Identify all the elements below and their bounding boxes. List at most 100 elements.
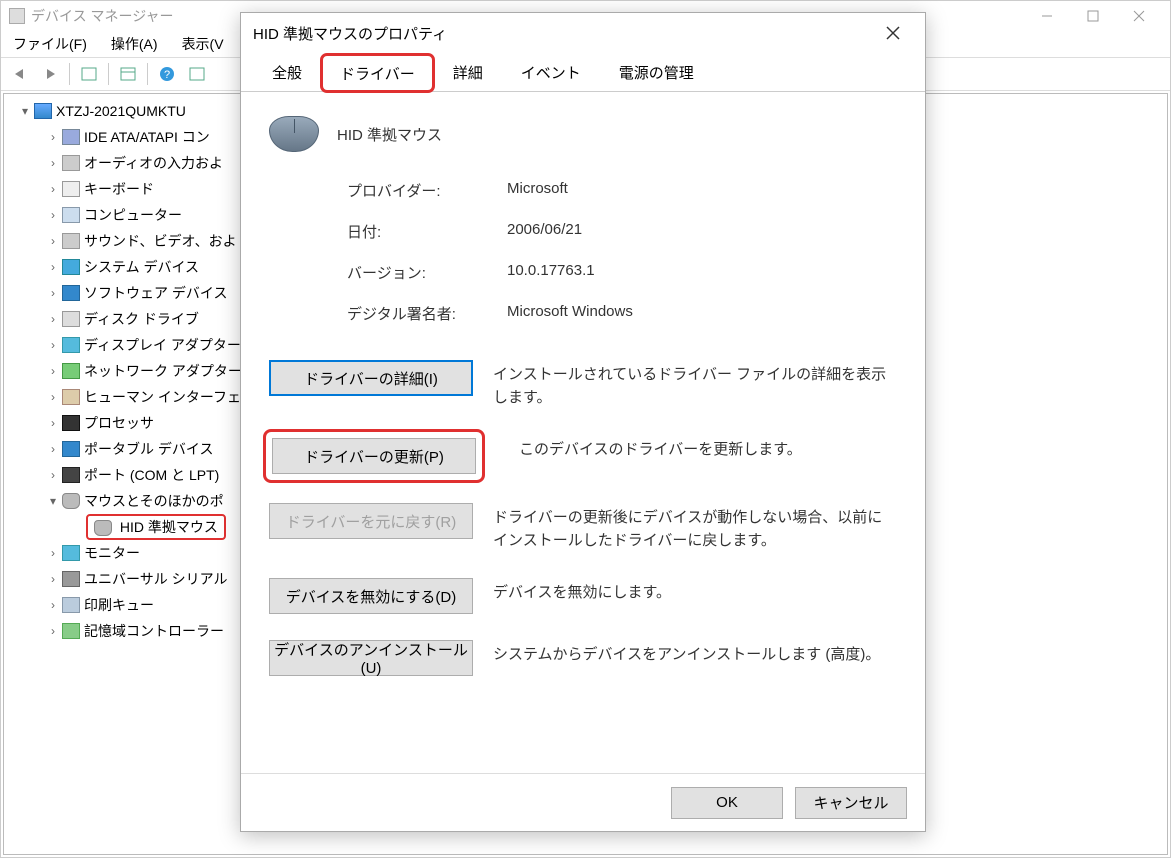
menu-action[interactable]: 操作(A) xyxy=(105,32,164,56)
device-disable-button[interactable]: デバイスを無効にする(D) xyxy=(269,578,473,614)
expand-icon[interactable]: ▾ xyxy=(18,104,32,118)
expand-icon[interactable]: › xyxy=(46,234,60,248)
expand-icon[interactable]: › xyxy=(46,260,60,274)
device-header: HID 準拠マウス xyxy=(269,116,897,152)
driver-details-button[interactable]: ドライバーの詳細(I) xyxy=(269,360,473,396)
device-icon xyxy=(62,155,80,171)
expand-icon[interactable]: › xyxy=(46,572,60,586)
device-icon xyxy=(62,389,80,405)
mouse-icon xyxy=(94,520,112,536)
expand-icon[interactable]: › xyxy=(46,208,60,222)
expand-icon[interactable]: › xyxy=(46,442,60,456)
svg-text:?: ? xyxy=(164,69,170,81)
tree-label: プロセッサ xyxy=(84,413,154,433)
device-icon xyxy=(62,259,80,275)
tree-label: ソフトウェア デバイス xyxy=(84,283,227,303)
expand-icon[interactable]: › xyxy=(46,156,60,170)
tree-label: モニター xyxy=(84,543,140,563)
device-icon xyxy=(62,415,80,431)
toolbar-icon-2[interactable] xyxy=(115,61,141,87)
tree-label: オーディオの入力およ xyxy=(84,153,223,173)
tree-label: 記憶域コントローラー xyxy=(84,621,224,641)
expand-icon[interactable]: › xyxy=(46,286,60,300)
device-icon xyxy=(62,207,80,223)
ok-button[interactable]: OK xyxy=(671,787,783,819)
tree-label: コンピューター xyxy=(84,205,182,225)
driver-update-button[interactable]: ドライバーの更新(P) xyxy=(272,438,476,474)
tree-label: ユニバーサル シリアル xyxy=(84,569,227,589)
properties-dialog: HID 準拠マウスのプロパティ 全般 ドライバー 詳細 イベント 電源の管理 H… xyxy=(240,12,926,832)
tree-label: サウンド、ビデオ、およ xyxy=(84,231,237,251)
expand-icon[interactable]: › xyxy=(46,546,60,560)
app-icon xyxy=(9,8,25,24)
expand-icon[interactable]: › xyxy=(46,130,60,144)
action-row-update: ドライバーの更新(P) このデバイスのドライバーを更新します。 xyxy=(269,435,897,477)
tab-driver[interactable]: ドライバー xyxy=(321,54,434,92)
expand-icon[interactable]: › xyxy=(46,390,60,404)
device-name: HID 準拠マウス xyxy=(337,124,442,145)
update-highlight: ドライバーの更新(P) xyxy=(263,429,485,483)
expand-icon[interactable]: › xyxy=(46,416,60,430)
tree-label: ディスク ドライブ xyxy=(84,309,199,329)
provider-label: プロバイダー: xyxy=(347,180,507,201)
expand-icon[interactable]: › xyxy=(46,364,60,378)
device-icon xyxy=(62,545,80,561)
property-grid: プロバイダー: Microsoft 日付: 2006/06/21 バージョン: … xyxy=(347,180,897,324)
device-uninstall-desc: システムからデバイスをアンインストールします (高度)。 xyxy=(493,640,897,667)
toolbar-icon-3[interactable] xyxy=(184,61,210,87)
device-icon xyxy=(62,363,80,379)
expand-icon[interactable]: › xyxy=(46,312,60,326)
tree-label: ポータブル デバイス xyxy=(84,439,213,459)
tab-general[interactable]: 全般 xyxy=(253,53,321,91)
tab-details[interactable]: 詳細 xyxy=(434,53,502,91)
device-icon xyxy=(62,441,80,457)
forward-button[interactable] xyxy=(37,61,63,87)
tree-root-label: XTZJ-2021QUMKTU xyxy=(56,103,186,119)
menu-file[interactable]: ファイル(F) xyxy=(7,32,93,56)
maximize-button[interactable] xyxy=(1070,1,1116,31)
date-value: 2006/06/21 xyxy=(507,221,897,242)
device-icon xyxy=(62,233,80,249)
device-uninstall-button[interactable]: デバイスのアンインストール(U) xyxy=(269,640,473,676)
device-icon xyxy=(62,311,80,327)
toolbar-icon-1[interactable] xyxy=(76,61,102,87)
action-row-details: ドライバーの詳細(I) インストールされているドライバー ファイルの詳細を表示し… xyxy=(269,360,897,409)
driver-rollback-button: ドライバーを元に戻す(R) xyxy=(269,503,473,539)
tab-events[interactable]: イベント xyxy=(502,53,600,91)
device-icon xyxy=(62,181,80,197)
expand-icon[interactable]: › xyxy=(46,182,60,196)
version-label: バージョン: xyxy=(347,262,507,283)
device-icon xyxy=(62,129,80,145)
minimize-button[interactable] xyxy=(1024,1,1070,31)
tabstrip: 全般 ドライバー 詳細 イベント 電源の管理 xyxy=(241,53,925,92)
expand-icon[interactable]: › xyxy=(46,624,60,638)
dialog-titlebar: HID 準拠マウスのプロパティ xyxy=(241,13,925,53)
dialog-close-button[interactable] xyxy=(873,13,913,53)
tree-label: キーボード xyxy=(84,179,154,199)
menu-view[interactable]: 表示(V xyxy=(176,32,230,56)
device-icon xyxy=(62,467,80,483)
expand-icon[interactable]: ▾ xyxy=(46,494,60,508)
cancel-button[interactable]: キャンセル xyxy=(795,787,907,819)
device-icon xyxy=(62,285,80,301)
action-row-uninstall: デバイスのアンインストール(U) システムからデバイスをアンインストールします … xyxy=(269,640,897,676)
date-label: 日付: xyxy=(347,221,507,242)
driver-rollback-desc: ドライバーの更新後にデバイスが動作しない場合、以前にインストールしたドライバーに… xyxy=(493,503,897,552)
device-disable-desc: デバイスを無効にします。 xyxy=(493,578,897,605)
tree-label: HID 準拠マウス xyxy=(120,519,218,535)
device-icon xyxy=(62,337,80,353)
signer-value: Microsoft Windows xyxy=(507,303,897,324)
back-button[interactable] xyxy=(7,61,33,87)
close-button[interactable] xyxy=(1116,1,1162,31)
computer-icon xyxy=(34,103,52,119)
help-icon[interactable]: ? xyxy=(154,61,180,87)
device-mouse-icon xyxy=(269,116,319,152)
tree-label: システム デバイス xyxy=(84,257,199,277)
tab-power[interactable]: 電源の管理 xyxy=(600,53,713,91)
expand-icon[interactable]: › xyxy=(46,468,60,482)
expand-icon[interactable]: › xyxy=(46,598,60,612)
action-row-rollback: ドライバーを元に戻す(R) ドライバーの更新後にデバイスが動作しない場合、以前に… xyxy=(269,503,897,552)
expand-icon[interactable]: › xyxy=(46,338,60,352)
tab-body: HID 準拠マウス プロバイダー: Microsoft 日付: 2006/06/… xyxy=(241,92,925,773)
driver-details-desc: インストールされているドライバー ファイルの詳細を表示します。 xyxy=(493,360,897,409)
